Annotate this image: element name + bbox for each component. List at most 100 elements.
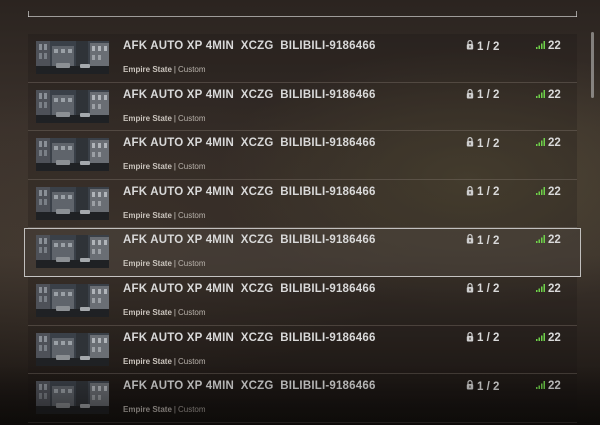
player-count-value: 1 / 2 — [477, 234, 500, 247]
signal-bars-icon — [536, 332, 545, 344]
server-row[interactable]: AFK AUTO XP 4MIN XCZG BILIBILI-9186466 E… — [28, 325, 577, 375]
map-thumbnail — [36, 41, 109, 74]
ping: 22 — [536, 234, 561, 246]
server-list: AFK AUTO XP 4MIN XCZG BILIBILI-9186466 E… — [24, 34, 581, 423]
player-count: 1 / 2 — [466, 331, 499, 345]
lock-icon — [466, 380, 474, 393]
server-name: AFK AUTO XP 4MIN XCZG BILIBILI-9186466 — [123, 234, 376, 247]
player-count-value: 1 / 2 — [477, 186, 500, 199]
ping-value: 22 — [548, 380, 561, 393]
server-name: AFK AUTO XP 4MIN XCZG BILIBILI-9186466 — [123, 88, 376, 101]
meta-separator: | — [173, 113, 176, 123]
player-count-value: 1 / 2 — [477, 89, 500, 102]
ping: 22 — [536, 332, 561, 344]
game-mode: Custom — [177, 307, 206, 317]
signal-bars-icon — [536, 186, 545, 198]
ping-value: 22 — [548, 137, 561, 150]
lock-icon — [466, 88, 474, 102]
lock-icon — [466, 40, 474, 53]
scrollbar-thumb[interactable] — [591, 32, 594, 98]
ping: 22 — [536, 40, 561, 52]
ping-value: 22 — [548, 88, 561, 101]
server-meta: Empire State | Custom — [123, 308, 206, 317]
server-browser: AFK AUTO XP 4MIN XCZG BILIBILI-9186466 E… — [0, 0, 600, 425]
server-row[interactable]: AFK AUTO XP 4MIN XCZG BILIBILI-9186466 E… — [28, 276, 577, 326]
server-name: AFK AUTO XP 4MIN XCZG BILIBILI-9186466 — [123, 137, 376, 150]
server-name: AFK AUTO XP 4MIN XCZG BILIBILI-9186466 — [123, 282, 376, 295]
map-thumbnail — [36, 332, 109, 366]
map-thumbnail — [36, 283, 109, 317]
player-count-value: 1 / 2 — [477, 137, 500, 150]
map-thumbnail — [36, 186, 109, 220]
map-name: Empire State — [123, 259, 172, 269]
server-meta: Empire State | Custom — [123, 162, 206, 171]
player-count: 1 / 2 — [466, 234, 499, 247]
map-thumbnail — [36, 89, 109, 123]
server-row[interactable]: AFK AUTO XP 4MIN XCZG BILIBILI-9186466 E… — [28, 82, 577, 132]
list-header-divider — [28, 11, 577, 17]
meta-separator: | — [173, 405, 176, 415]
game-mode: Custom — [177, 65, 206, 74]
server-meta: Empire State | Custom — [123, 211, 206, 220]
ping: 22 — [536, 137, 561, 149]
signal-bars-icon — [536, 283, 545, 295]
ping-value: 22 — [548, 331, 561, 344]
game-mode: Custom — [177, 356, 206, 366]
map-name: Empire State — [123, 210, 172, 220]
server-row[interactable]: AFK AUTO XP 4MIN XCZG BILIBILI-9186466 E… — [28, 34, 577, 83]
player-count: 1 / 2 — [466, 380, 499, 393]
signal-bars-icon — [536, 380, 545, 392]
signal-bars-icon — [536, 234, 545, 246]
ping-value: 22 — [548, 282, 561, 295]
ping-value: 22 — [548, 185, 561, 198]
meta-separator: | — [173, 65, 176, 74]
map-name: Empire State — [123, 65, 172, 74]
map-name: Empire State — [123, 307, 172, 317]
lock-icon — [466, 137, 474, 150]
ping-value: 22 — [548, 40, 561, 52]
server-row[interactable]: AFK AUTO XP 4MIN XCZG BILIBILI-9186466 E… — [28, 131, 577, 180]
lock-icon — [466, 282, 474, 296]
server-meta: Empire State | Custom — [123, 259, 206, 268]
player-count: 1 / 2 — [466, 137, 499, 150]
ping: 22 — [536, 186, 561, 198]
map-thumbnail — [36, 235, 109, 269]
server-meta: Empire State | Custom — [123, 65, 206, 74]
player-count-value: 1 / 2 — [477, 40, 500, 53]
map-name: Empire State — [123, 405, 172, 415]
server-row[interactable]: AFK AUTO XP 4MIN XCZG BILIBILI-9186466 E… — [28, 179, 577, 229]
server-name: AFK AUTO XP 4MIN XCZG BILIBILI-9186466 — [123, 331, 376, 344]
game-mode: Custom — [177, 405, 206, 415]
game-mode: Custom — [177, 162, 206, 172]
ping: 22 — [536, 283, 561, 295]
meta-separator: | — [173, 356, 176, 366]
map-name: Empire State — [123, 113, 172, 123]
map-name: Empire State — [123, 356, 172, 366]
meta-separator: | — [173, 162, 176, 172]
ping-value: 22 — [548, 234, 561, 247]
player-count: 1 / 2 — [466, 40, 499, 53]
server-name: AFK AUTO XP 4MIN XCZG BILIBILI-9186466 — [123, 40, 376, 52]
game-mode: Custom — [177, 113, 206, 123]
lock-icon — [466, 331, 474, 345]
map-thumbnail — [36, 138, 109, 172]
signal-bars-icon — [536, 137, 545, 149]
meta-separator: | — [173, 210, 176, 220]
server-meta: Empire State | Custom — [123, 114, 206, 123]
lock-icon — [466, 234, 474, 247]
ping: 22 — [536, 89, 561, 101]
signal-bars-icon — [536, 40, 545, 52]
game-mode: Custom — [177, 210, 206, 220]
meta-separator: | — [173, 307, 176, 317]
player-count: 1 / 2 — [466, 185, 500, 199]
server-row-selected[interactable]: AFK AUTO XP 4MIN XCZG BILIBILI-9186466 E… — [24, 228, 581, 277]
lock-icon — [466, 185, 474, 199]
map-name: Empire State — [123, 162, 172, 172]
meta-separator: | — [173, 259, 176, 269]
server-meta: Empire State | Custom — [123, 405, 206, 414]
map-thumbnail — [36, 381, 109, 415]
ping: 22 — [536, 380, 561, 392]
server-row[interactable]: AFK AUTO XP 4MIN XCZG BILIBILI-9186466 E… — [28, 374, 577, 423]
signal-bars-icon — [536, 89, 545, 101]
player-count-value: 1 / 2 — [477, 283, 500, 296]
